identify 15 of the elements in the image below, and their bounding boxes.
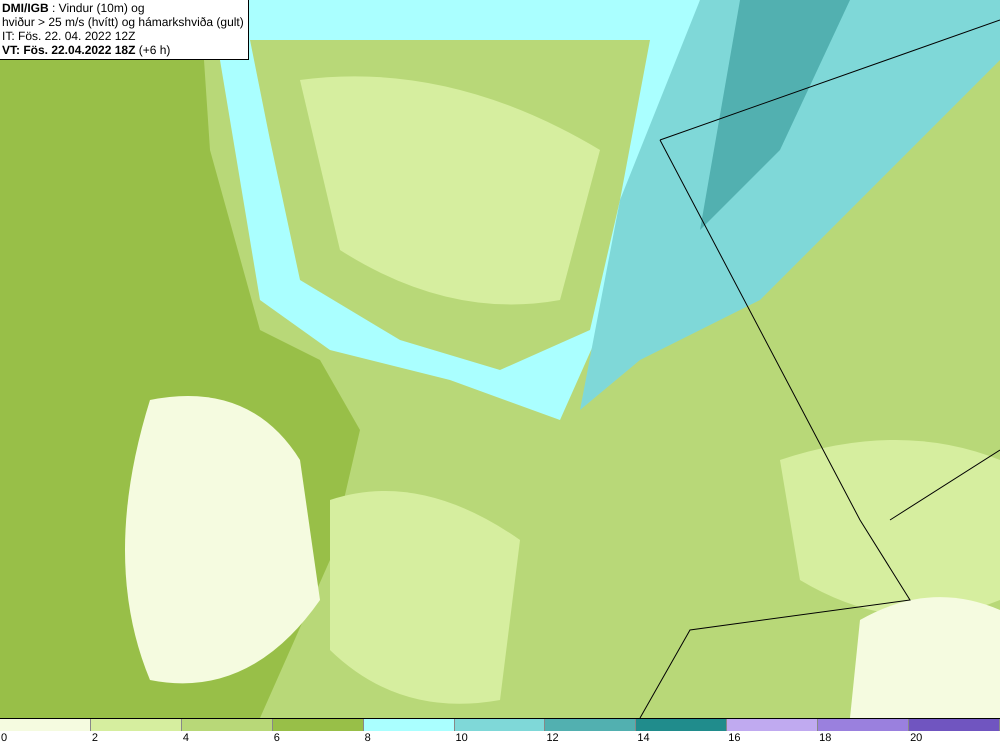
caption-line: IT: Fös. 22. 04. 2022 12Z <box>2 29 136 43</box>
legend-tick-label: 18 <box>818 731 832 745</box>
legend-tick-label: 20 <box>909 731 922 745</box>
legend-tick-label: 8 <box>364 731 371 745</box>
legend-tick-label: 14 <box>636 731 650 745</box>
legend-tick-label: 12 <box>545 731 559 745</box>
legend-tick-label: 2 <box>90 731 98 745</box>
legend-tick-label: 4 <box>182 731 189 745</box>
caption-line: hviður > 25 m/s (hvítt) og hámarkshviða (gult) <box>2 15 244 29</box>
legend-tick-label: 0 <box>0 731 8 745</box>
caption-line: VT: Fös. 22.04.2022 18Z (+6 h) <box>2 43 172 57</box>
caption-line: DMI/IGB : Vindur (10m) og <box>2 1 146 15</box>
legend-tick-label: 16 <box>727 731 740 745</box>
legend-tick-label: 10 <box>454 731 468 745</box>
legend-tick-label: 6 <box>272 731 280 745</box>
